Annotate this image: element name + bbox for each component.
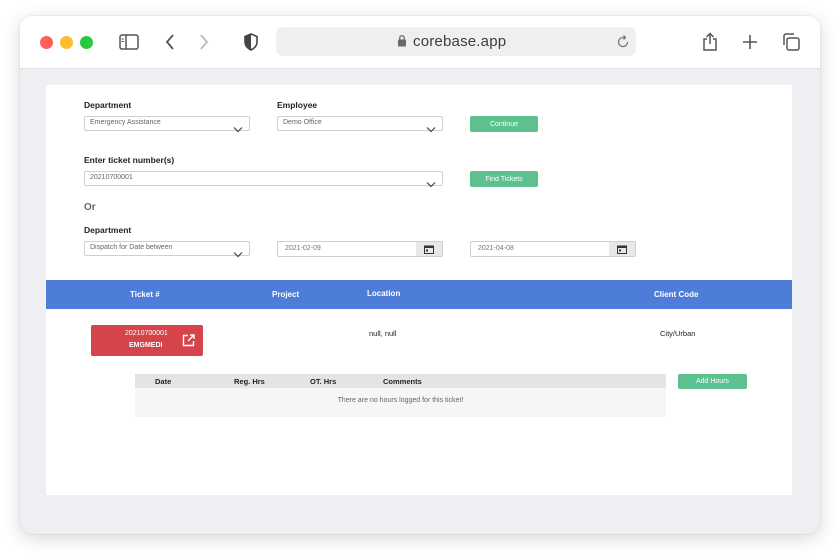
page-content: Department Emergency Assistance Employee… xyxy=(46,85,792,495)
hours-table: Date Reg. Hrs OT. Hrs Comments There are… xyxy=(135,374,666,417)
back-icon[interactable] xyxy=(158,30,182,54)
zoom-window-button[interactable] xyxy=(80,36,93,49)
header-ot-hrs: OT. Hrs xyxy=(310,377,337,386)
tickets-table-header: Ticket # Project Location Client Code xyxy=(46,280,792,309)
ticket-number-value: 20210700001 xyxy=(90,174,133,181)
header-client-code: Client Code xyxy=(654,290,699,299)
client-code-cell: City/Urban xyxy=(660,329,696,338)
browser-toolbar: corebase.app xyxy=(20,16,820,69)
minimize-window-button[interactable] xyxy=(60,36,73,49)
department-filter-label: Department xyxy=(84,225,132,235)
browser-window: corebase.app Department Emergency Assist… xyxy=(20,16,820,534)
employee-label: Employee xyxy=(277,100,318,110)
share-icon[interactable] xyxy=(698,30,722,54)
add-hours-button[interactable]: Add Hours xyxy=(678,374,747,389)
header-project: Project xyxy=(272,290,300,299)
reload-icon[interactable] xyxy=(616,33,630,54)
chevron-down-icon xyxy=(233,245,243,263)
address-bar[interactable]: corebase.app xyxy=(276,27,636,56)
ticket-code: EMGMEDI xyxy=(129,342,163,349)
date-from-value: 2021-02-09 xyxy=(285,245,321,252)
header-date: Date xyxy=(155,377,172,386)
department-value: Emergency Assistance xyxy=(90,119,161,126)
location-cell: null, null xyxy=(369,329,397,338)
chevron-down-icon xyxy=(426,175,436,193)
no-hours-message: There are no hours logged for this ticke… xyxy=(337,397,464,404)
address-url: corebase.app xyxy=(413,33,507,50)
ticket-link-button[interactable]: 20210700001 EMGMEDI xyxy=(91,325,203,356)
chevron-down-icon xyxy=(426,120,436,138)
ticket-number-select[interactable]: 20210700001 xyxy=(84,171,443,188)
department-label: Department xyxy=(84,100,132,110)
calendar-icon[interactable] xyxy=(416,242,442,256)
find-tickets-button[interactable]: Find Tickets xyxy=(470,171,538,187)
lock-icon xyxy=(397,34,407,52)
header-comments: Comments xyxy=(383,377,422,386)
chevron-down-icon xyxy=(233,120,243,138)
continue-button[interactable]: Continue xyxy=(470,116,538,132)
header-location: Location xyxy=(367,289,401,298)
close-window-button[interactable] xyxy=(40,36,53,49)
date-from-input[interactable]: 2021-02-09 xyxy=(277,241,443,257)
calendar-icon[interactable] xyxy=(609,242,635,256)
employee-value: Demo Office xyxy=(283,119,322,126)
header-reg-hrs: Reg. Hrs xyxy=(234,377,265,386)
external-link-icon xyxy=(182,334,195,352)
ticket-number: 20210700001 xyxy=(125,330,168,337)
new-tab-icon[interactable] xyxy=(738,30,762,54)
department-filter-select[interactable]: Dispatch for Date between xyxy=(84,241,250,258)
forward-icon[interactable] xyxy=(192,30,216,54)
date-to-value: 2021-04-08 xyxy=(478,245,514,252)
shield-icon[interactable] xyxy=(239,30,263,54)
header-ticket: Ticket # xyxy=(130,290,160,299)
employee-select[interactable]: Demo Office xyxy=(277,116,443,133)
tabs-icon[interactable] xyxy=(779,30,803,54)
sidebar-icon[interactable] xyxy=(117,30,141,54)
or-separator: Or xyxy=(84,202,96,213)
ticket-number-label: Enter ticket number(s) xyxy=(84,155,175,165)
department-select[interactable]: Emergency Assistance xyxy=(84,116,250,133)
hours-table-header: Date Reg. Hrs OT. Hrs Comments xyxy=(135,374,666,388)
department-filter-value: Dispatch for Date between xyxy=(90,244,173,251)
date-to-input[interactable]: 2021-04-08 xyxy=(470,241,636,257)
